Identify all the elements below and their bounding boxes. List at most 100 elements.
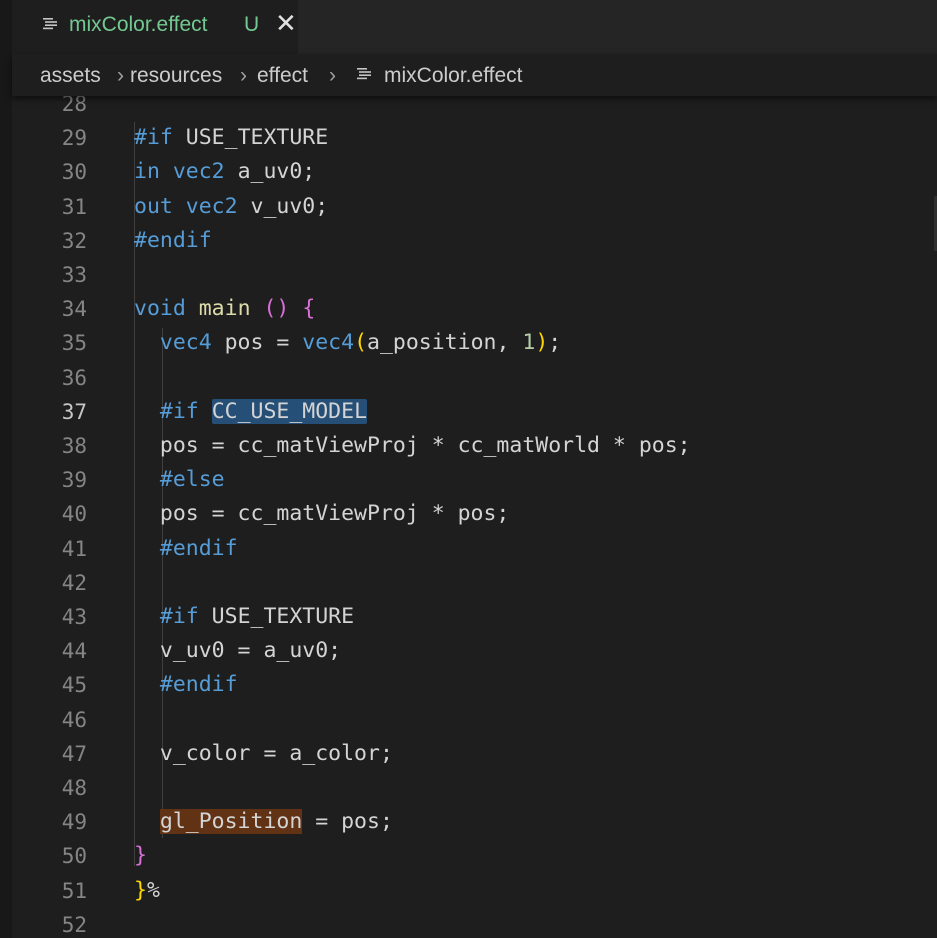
code-text: #if USE_TEXTURE xyxy=(134,600,354,634)
code-line[interactable]: 44 v_uv0 = a_uv0; xyxy=(12,634,937,668)
code-line[interactable]: 33 xyxy=(12,258,937,292)
code-token: USE_TEXTURE xyxy=(172,125,329,151)
code-token: #if xyxy=(134,125,173,151)
code-token: #endif xyxy=(159,672,238,698)
code-text: #endif xyxy=(134,668,238,702)
code-line[interactable]: 47 v_color = a_color; xyxy=(12,737,937,771)
code-line[interactable]: 48 xyxy=(12,771,937,805)
code-token: 1 xyxy=(522,330,536,356)
code-token: out xyxy=(134,193,173,219)
code-token: #endif xyxy=(134,227,212,253)
code-line[interactable]: 52 xyxy=(12,908,937,938)
code-line[interactable]: 42 xyxy=(12,566,937,600)
code-token: ) xyxy=(535,330,549,356)
code-line[interactable]: 30 in vec2 a_uv0; xyxy=(12,155,937,189)
chevron-right-icon: › xyxy=(329,64,336,87)
line-number: 28 xyxy=(61,96,87,116)
code-token: () xyxy=(263,296,290,322)
line-number: 48 xyxy=(61,776,87,800)
line-number: 43 xyxy=(61,605,87,629)
activity-strip xyxy=(0,0,12,938)
code-text: #endif xyxy=(134,224,212,258)
code-text: out vec2 v_uv0; xyxy=(134,190,328,224)
breadcrumb-item-file[interactable]: mixColor.effect xyxy=(384,63,523,89)
line-number: 35 xyxy=(61,331,87,356)
breadcrumb-item-assets[interactable]: assets xyxy=(40,63,101,89)
line-number: 39 xyxy=(61,468,87,493)
line-number: 47 xyxy=(61,741,87,766)
tab-label: mixColor.effect xyxy=(69,13,208,36)
code-line[interactable]: 37 #if CC_USE_MODEL xyxy=(12,395,937,429)
code-token: v_color = a_color; xyxy=(134,740,393,766)
code-text: }% xyxy=(134,874,160,908)
code-token: main xyxy=(198,296,251,322)
code-line[interactable]: 34 void main () { xyxy=(12,292,937,326)
code-line[interactable]: 41 #endif xyxy=(12,532,937,566)
line-number: 33 xyxy=(61,263,87,287)
code-line[interactable]: 38 pos = cc_matViewProj * cc_matWorld * … xyxy=(12,429,937,463)
code-line[interactable]: 35 vec4 pos = vec4(a_position, 1); xyxy=(12,326,937,360)
lines-file-icon xyxy=(357,68,371,80)
code-line[interactable]: 39 #else xyxy=(12,463,937,497)
code-line[interactable]: 49 gl_Position = pos; xyxy=(12,805,937,839)
line-number: 36 xyxy=(61,365,87,390)
code-text: #if CC_USE_MODEL xyxy=(134,395,368,429)
code-editor[interactable]: 28 29 #if USE_TEXTURE 30 in vec2 a_uv0; 31 out… xyxy=(12,96,937,938)
code-text: in vec2 a_uv0; xyxy=(134,155,315,189)
line-number: 31 xyxy=(61,194,87,219)
code-token: in xyxy=(134,159,160,185)
chevron-right-icon: › xyxy=(117,64,124,87)
git-status-badge: U xyxy=(244,13,260,36)
line-number: 32 xyxy=(61,228,87,253)
code-token: v_uv0; xyxy=(237,193,329,219)
code-token: #endif xyxy=(159,535,238,561)
code-text: vec4 pos = vec4(a_position, 1); xyxy=(134,326,561,360)
code-token: } xyxy=(134,877,147,903)
line-number: 37 xyxy=(61,399,87,424)
code-line[interactable]: 46 xyxy=(12,703,937,737)
line-number: 41 xyxy=(61,536,87,561)
code-token: vec2 xyxy=(185,193,238,219)
code-token: a_uv0; xyxy=(224,159,316,185)
code-line[interactable]: 29 #if USE_TEXTURE xyxy=(12,121,937,155)
code-token: % xyxy=(146,877,160,903)
code-line[interactable]: 31 out vec2 v_uv0; xyxy=(12,190,937,224)
code-token: void xyxy=(134,296,186,322)
code-token: pos = cc_matViewProj * cc_matWorld * pos… xyxy=(134,433,691,458)
line-number: 29 xyxy=(61,126,87,151)
lines-file-icon xyxy=(43,18,57,30)
code-token: } xyxy=(134,843,147,869)
code-line[interactable]: 43 #if USE_TEXTURE xyxy=(12,600,937,634)
code-text: v_color = a_color; xyxy=(134,737,393,771)
line-number: 30 xyxy=(61,160,87,185)
code-text: #else xyxy=(134,463,225,497)
code-line[interactable]: 28 xyxy=(12,96,937,121)
code-line[interactable]: 40 pos = cc_matViewProj * pos; xyxy=(12,497,937,531)
code-token: vec4 xyxy=(159,330,212,356)
line-number: 38 xyxy=(61,434,87,458)
code-line[interactable]: 32 #endif xyxy=(12,224,937,258)
breadcrumb-item-resources[interactable]: resources xyxy=(130,63,222,89)
code-line[interactable]: 50} xyxy=(12,839,937,873)
close-icon[interactable]: ✕ xyxy=(275,9,297,37)
code-token: gl_Position xyxy=(159,809,303,835)
code-text: } xyxy=(134,839,147,873)
breadcrumb-item-effect[interactable]: effect xyxy=(257,63,308,89)
code-line[interactable]: 45 #endif xyxy=(12,668,937,702)
code-token: pos = xyxy=(211,330,303,356)
code-line[interactable]: 51}% xyxy=(12,874,937,908)
code-token: #if xyxy=(159,604,199,629)
tab-mixcolor-effect[interactable]: mixColor.effect U ✕ xyxy=(12,0,298,54)
code-text: v_uv0 = a_uv0; xyxy=(134,634,341,668)
code-token: = pos; xyxy=(302,809,393,835)
code-line[interactable]: 36 xyxy=(12,361,937,395)
line-number: 34 xyxy=(61,297,87,322)
code-text: gl_Position = pos; xyxy=(134,805,393,839)
